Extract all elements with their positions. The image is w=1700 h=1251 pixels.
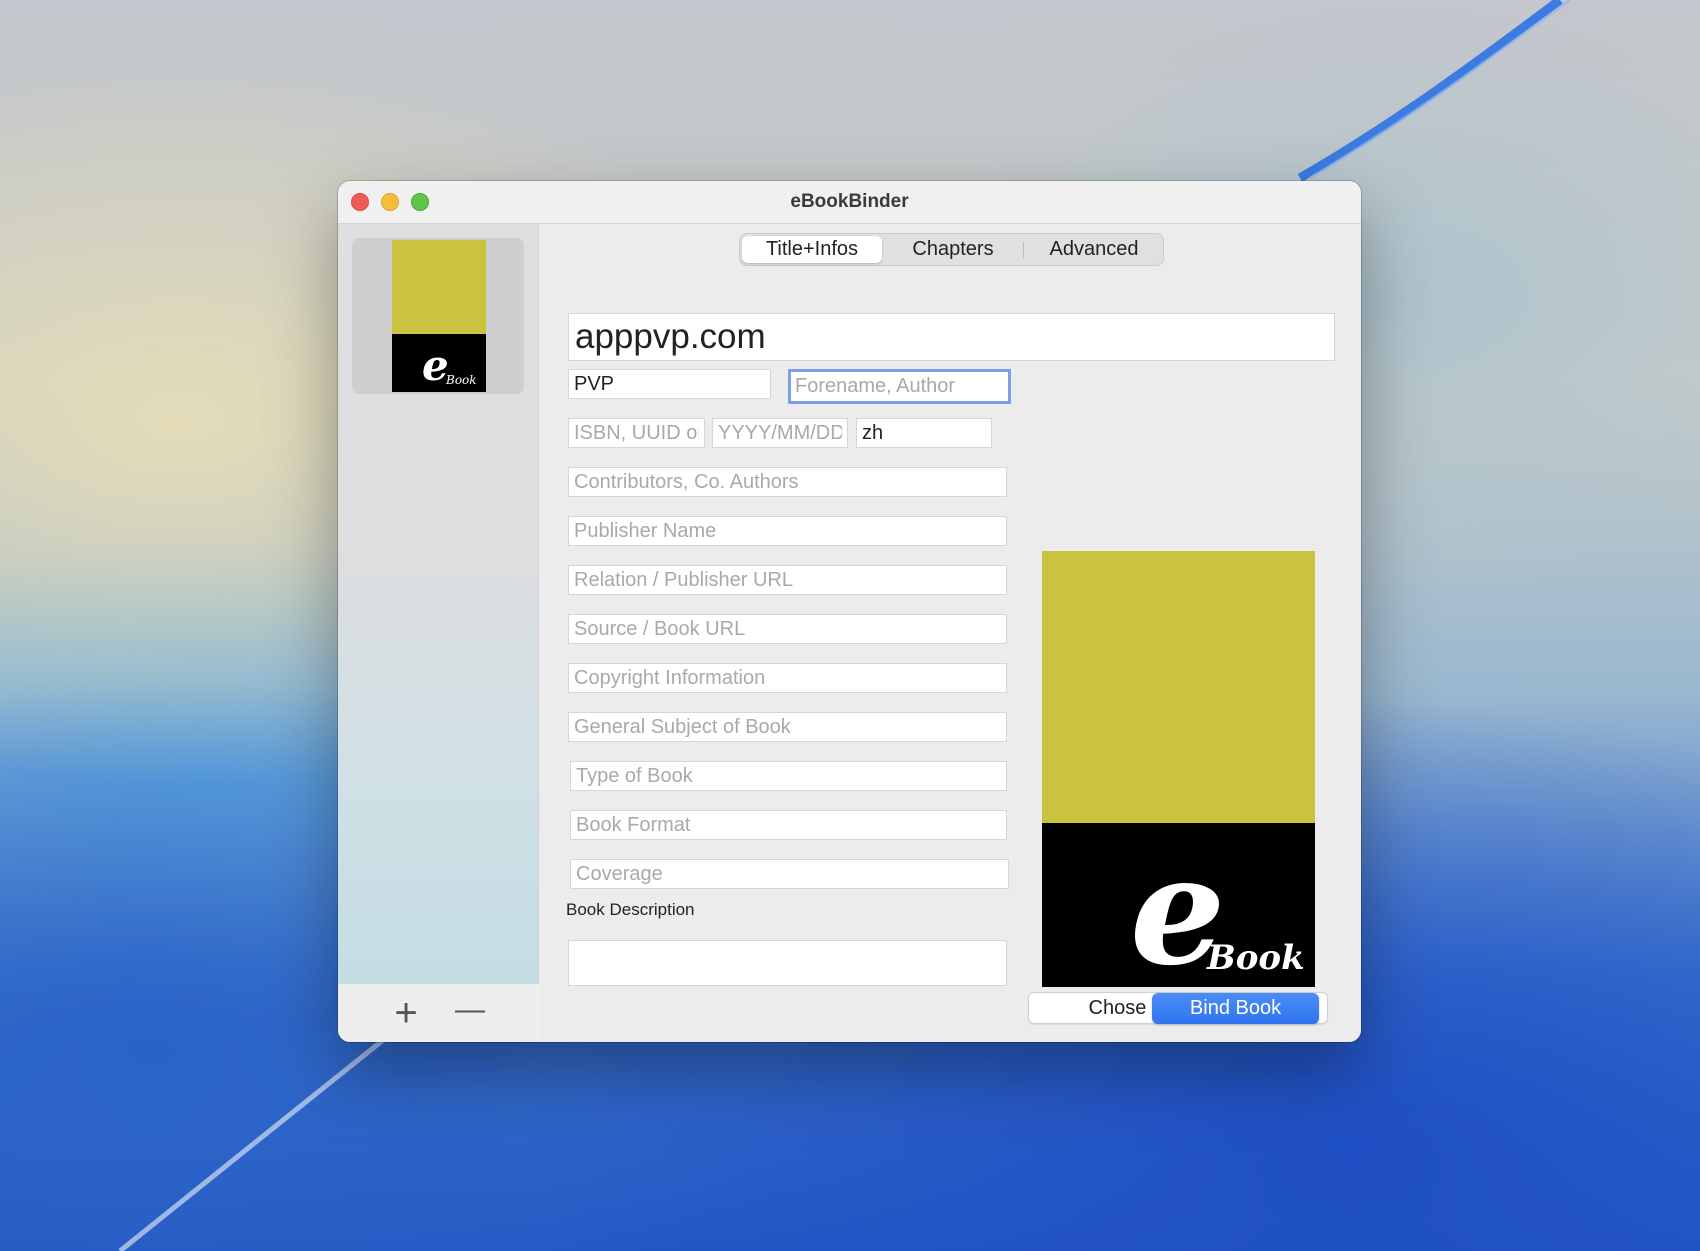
description-textarea[interactable] <box>568 940 1007 986</box>
sidebar-toolbar: + — <box>338 984 539 1042</box>
book-format-input[interactable] <box>570 810 1007 840</box>
cover-image-preview[interactable]: e Book <box>1042 551 1315 987</box>
thumb-cover-letter: e <box>422 341 449 390</box>
date-input[interactable] <box>712 418 848 448</box>
book-cover-thumbnail: e Book <box>392 240 486 392</box>
language-input[interactable] <box>856 418 992 448</box>
copyright-input[interactable] <box>568 663 1007 693</box>
bind-book-button[interactable]: Bind Book <box>1152 993 1319 1024</box>
tab-bar: Title+Infos Chapters Advanced <box>739 233 1164 266</box>
book-title-input[interactable] <box>568 313 1335 361</box>
publisher-input[interactable] <box>568 516 1007 546</box>
tab-title-infos[interactable]: Title+Infos <box>742 236 882 263</box>
source-url-input[interactable] <box>568 614 1007 644</box>
app-window: eBookBinder e Book + — Title+Infos Chapt… <box>338 181 1361 1042</box>
add-book-button[interactable]: + <box>386 993 426 1033</box>
remove-book-button[interactable]: — <box>450 990 490 1030</box>
window-title: eBookBinder <box>790 191 909 212</box>
thumb-cover-word: Book <box>445 373 477 387</box>
cover-word: Book <box>1206 938 1305 978</box>
description-label: Book Description <box>566 900 695 919</box>
book-type-input[interactable] <box>570 761 1007 791</box>
coverage-input[interactable] <box>570 859 1009 889</box>
tab-advanced[interactable]: Advanced <box>1025 236 1163 263</box>
identifier-input[interactable] <box>568 418 705 448</box>
author-surname-input[interactable] <box>568 369 771 399</box>
contributors-input[interactable] <box>568 467 1007 497</box>
relation-url-input[interactable] <box>568 565 1007 595</box>
tab-separator <box>1023 242 1024 259</box>
author-forename-input[interactable] <box>788 369 1011 404</box>
tab-chapters[interactable]: Chapters <box>884 236 1022 263</box>
book-list-item[interactable]: e Book <box>352 238 524 394</box>
main-content: Title+Infos Chapters Advanced Book Descr… <box>539 224 1361 1042</box>
book-list-sidebar: e Book <box>338 224 539 984</box>
title-bar: eBookBinder <box>338 181 1361 224</box>
subject-input[interactable] <box>568 712 1007 742</box>
